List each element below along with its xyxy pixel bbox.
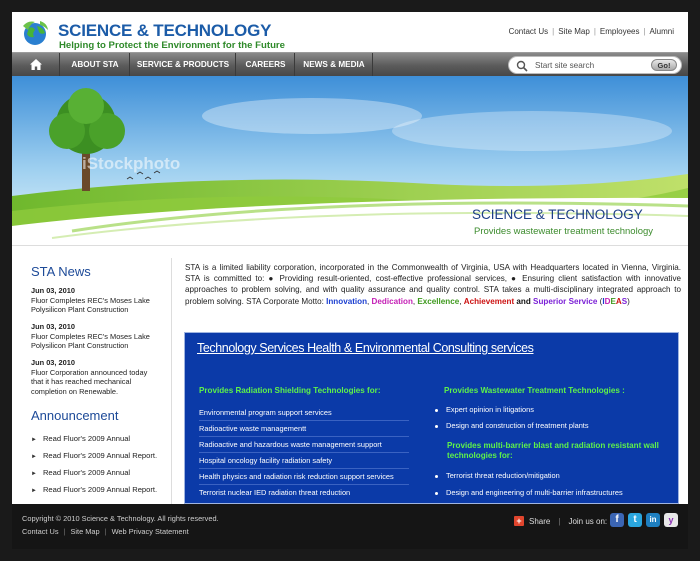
logo-tagline: Helping to Protect the Environment for t… [59, 40, 285, 51]
motto-innovation: Innovation [326, 296, 368, 306]
divider [199, 436, 409, 437]
announcement-link[interactable]: Read Fluor's 2009 Annual Report. [43, 451, 157, 460]
service-item: Design and engineering of multi-barrier … [435, 488, 623, 497]
top-links: Contact Us | Site Map | Employees | Alumni [508, 27, 674, 36]
news-date: Jun 03, 2010 [31, 358, 75, 367]
news-text: Fluor Completes REC's Moses Lake Polysil… [31, 331, 150, 351]
announcement-item[interactable]: ► Read Fluor's 2009 Annual [31, 434, 130, 443]
nav-item-service-products[interactable]: SERVICE & PRODUCTS [131, 53, 236, 76]
arrow-right-icon: ► [31, 488, 37, 494]
home-icon [29, 59, 42, 70]
bullet-icon [435, 424, 438, 428]
top-link-employees[interactable]: Employees [600, 27, 640, 36]
news-text: Fluor Corporation announced today that i… [31, 367, 148, 396]
arrow-right-icon: ► [31, 454, 37, 460]
services-title[interactable]: Technology Services Health & Environment… [197, 341, 534, 355]
nav-item-about-sta[interactable]: ABOUT STA [61, 53, 130, 76]
service-item: Hospital oncology facility radiation saf… [199, 456, 333, 465]
search-box: Go! [508, 56, 682, 74]
globe-logo-icon[interactable] [20, 18, 50, 48]
news-date: Jun 03, 2010 [31, 286, 75, 295]
bullet-icon [435, 474, 438, 478]
share-area: + Share | Join us on: [514, 516, 607, 526]
linkedin-icon[interactable]: in [646, 513, 660, 527]
intro-paragraph: STA is a limited liability corporation, … [185, 262, 681, 307]
logo-title[interactable]: SCIENCE & TECHNOLOGY [58, 21, 271, 41]
search-input[interactable] [535, 59, 645, 72]
announcement-item[interactable]: ► Read Fluor's 2009 Annual [31, 468, 130, 477]
service-item: Radioactive waste managementt [199, 424, 307, 433]
copyright-text: Copyright © 2010 Science & Technology. A… [22, 514, 219, 523]
service-item: Terrorist nuclear IED radiation threat r… [199, 488, 351, 497]
service-item: Health physics and radiation risk reduct… [199, 472, 394, 481]
motto-and: and [516, 296, 531, 306]
page: SCIENCE & TECHNOLOGY Helping to Protect … [12, 12, 688, 549]
blast-wall-heading: Provides multi-barrier blast and radiati… [447, 441, 659, 460]
news-heading: STA News [31, 264, 91, 279]
hero-banner: iStockphoto SCIENCE & TECHNOLOGY Provide… [12, 76, 688, 246]
facebook-icon[interactable]: f [610, 513, 624, 527]
share-plus-icon[interactable]: + [514, 516, 524, 526]
watermark: iStockphoto [82, 154, 181, 173]
service-item: Expert opinion in litigations [435, 405, 534, 414]
footer: Copyright © 2010 Science & Technology. A… [12, 504, 688, 549]
motto-achievement: Achievement [463, 296, 515, 306]
top-link-site-map[interactable]: Site Map [558, 27, 590, 36]
footer-link-privacy[interactable]: Web Privacy Statement [112, 527, 189, 536]
service-item: Design and construction of treatment pla… [435, 421, 589, 430]
announcement-heading: Announcement [31, 408, 119, 423]
motto-dedication: Dedication [371, 296, 413, 306]
news-item[interactable]: Jun 03, 2010 Fluor Completes REC's Moses… [31, 322, 161, 351]
banner-title: SCIENCE & TECHNOLOGY [472, 207, 643, 222]
nav-item-news-media[interactable]: NEWS & MEDIA [296, 53, 373, 76]
announcement-item[interactable]: ► Read Fluor's 2009 Annual Report. [31, 485, 157, 494]
left-sidebar: STA News Jun 03, 2010 Fluor Completes RE… [12, 258, 172, 504]
nav-home[interactable] [12, 53, 60, 76]
header: SCIENCE & TECHNOLOGY Helping to Protect … [12, 12, 688, 52]
banner-subtitle: Provides wastewater treatment technology [474, 226, 654, 237]
arrow-right-icon: ► [31, 437, 37, 443]
go-button[interactable]: Go! [651, 59, 677, 71]
main-nav: ABOUT STA SERVICE & PRODUCTS CAREERS NEW… [12, 52, 688, 76]
join-us-label: Join us on: [568, 516, 608, 526]
motto-superior-service: Superior Service [533, 296, 598, 306]
nav-item-careers[interactable]: CAREERS [237, 53, 295, 76]
wastewater-heading: Provides Wastewater Treatment Technologi… [444, 386, 625, 395]
footer-link-contact-us[interactable]: Contact Us [22, 527, 59, 536]
service-item: Terrorist threat reduction/mitigation [435, 471, 560, 480]
divider [199, 452, 409, 453]
news-date: Jun 03, 2010 [31, 322, 75, 331]
divider [199, 468, 409, 469]
divider [199, 484, 409, 485]
twitter-icon[interactable]: t [628, 513, 642, 527]
motto-excellence: Excellence [417, 296, 460, 306]
news-item[interactable]: Jun 03, 2010 Fluor Completes REC's Moses… [31, 286, 161, 315]
news-item[interactable]: Jun 03, 2010 Fluor Corporation announced… [31, 358, 161, 396]
radiation-shielding-heading: Provides Radiation Shielding Technologie… [199, 386, 381, 395]
footer-link-site-map[interactable]: Site Map [70, 527, 99, 536]
announcement-link[interactable]: Read Fluor's 2009 Annual Report. [43, 485, 157, 494]
announcement-link[interactable]: Read Fluor's 2009 Annual [43, 434, 130, 443]
footer-links: Contact Us | Site Map | Web Privacy Statemen… [22, 527, 189, 536]
arrow-right-icon: ► [31, 471, 37, 477]
services-panel: Technology Services Health & Environment… [184, 332, 679, 504]
yahoo-icon[interactable]: y [664, 513, 678, 527]
search-icon [516, 60, 528, 72]
news-text: Fluor Completes REC's Moses Lake Polysil… [31, 295, 150, 315]
top-link-alumni[interactable]: Alumni [650, 27, 674, 36]
bullet-icon [435, 408, 438, 412]
separator: | [558, 516, 561, 526]
top-link-contact-us[interactable]: Contact Us [509, 27, 549, 36]
share-link[interactable]: Share [529, 517, 550, 526]
service-item: Environmental program support services [199, 408, 332, 417]
announcement-item[interactable]: ► Read Fluor's 2009 Annual Report. [31, 451, 157, 460]
announcement-link[interactable]: Read Fluor's 2009 Annual [43, 468, 130, 477]
divider [199, 420, 409, 421]
service-item: Radioactive and hazardous waste manageme… [199, 440, 382, 449]
motto-paren-close: ) [627, 296, 630, 306]
bullet-icon [435, 491, 438, 495]
